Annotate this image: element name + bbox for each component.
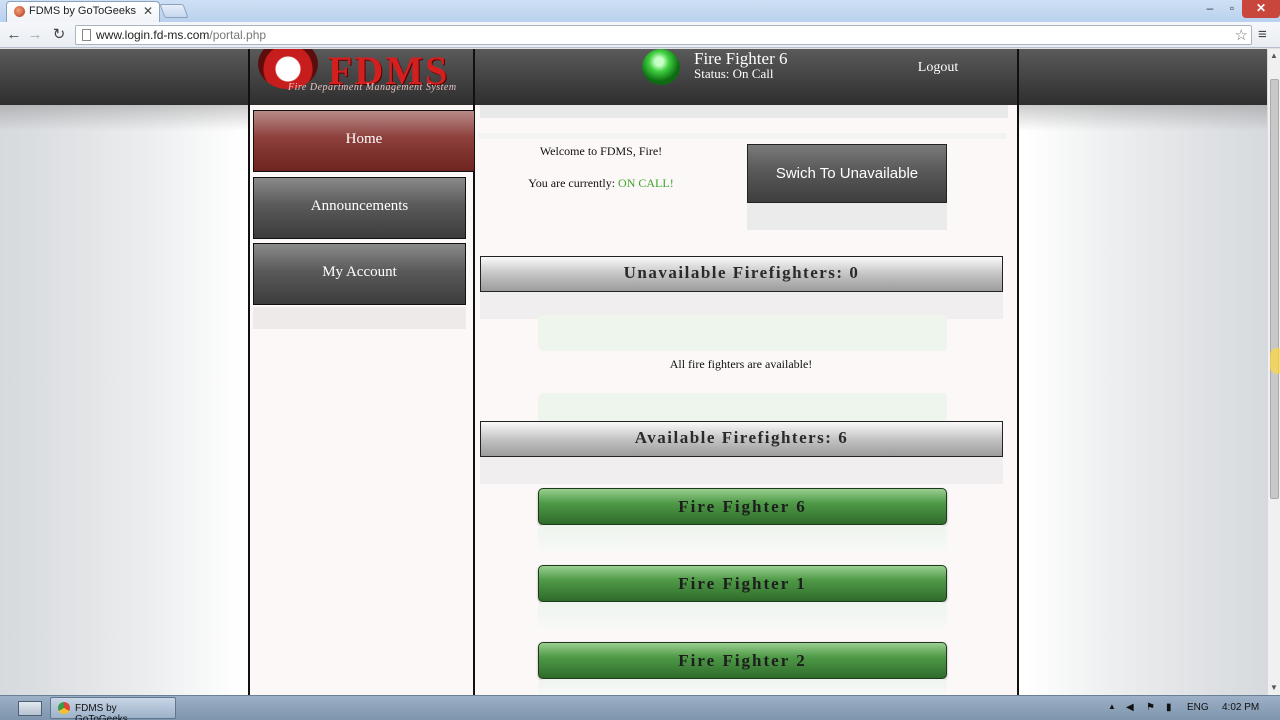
logout-link[interactable]: Logout bbox=[904, 60, 972, 76]
sidebar-item-home[interactable]: Home bbox=[253, 110, 475, 172]
current-status-value: ON CALL! bbox=[618, 176, 674, 190]
browser-tab[interactable]: FDMS by GoToGeeks ✕ bbox=[6, 1, 160, 22]
header-user-status: Status: On Call bbox=[694, 66, 774, 81]
sidebar-item-my-account[interactable]: My Account bbox=[253, 243, 466, 305]
available-firefighters-header: Available Firefighters: 6 bbox=[480, 421, 1003, 457]
logo-subtitle: Fire Department Management System bbox=[288, 82, 457, 93]
switch-to-unavailable-button[interactable]: Swich To Unavailable bbox=[747, 144, 947, 203]
welcome-message: Welcome to FDMS, Fire! bbox=[539, 144, 663, 158]
scroll-up-arrow-icon[interactable]: ▲ bbox=[1270, 51, 1278, 60]
page-viewport: FDMS Fire Department Management System F… bbox=[0, 49, 1267, 695]
firefighter-button[interactable]: Fire Fighter 2 bbox=[538, 642, 947, 679]
current-status-line: You are currently: ON CALL! bbox=[518, 176, 684, 191]
reload-icon[interactable]: ↻ bbox=[50, 26, 68, 44]
ghost-button-reflection bbox=[538, 315, 947, 351]
tray-expand-icon[interactable]: ▲ bbox=[1108, 702, 1116, 711]
fdms-favicon-icon bbox=[14, 6, 25, 17]
address-bar[interactable]: www.login.fd-ms.com/portal.php ☆ bbox=[75, 25, 1252, 45]
ghost-button-reflection bbox=[538, 393, 947, 423]
current-status-label: You are currently: bbox=[528, 176, 616, 190]
all-available-message: All fire fighters are available! bbox=[669, 357, 813, 371]
action-center-flag-icon[interactable]: ⚑ bbox=[1146, 702, 1155, 713]
close-window-button[interactable]: ✕ bbox=[1242, 0, 1280, 18]
firefighter-button-reflection bbox=[538, 602, 947, 628]
firefighter-button-reflection bbox=[538, 679, 947, 695]
mouse-cursor-highlight bbox=[1270, 348, 1280, 374]
network-icon[interactable]: ▮ bbox=[1166, 702, 1172, 713]
new-tab-button[interactable] bbox=[159, 4, 189, 18]
firefighter-button[interactable]: Fire Fighter 6 bbox=[538, 488, 947, 525]
volume-icon[interactable]: ◀ bbox=[1126, 702, 1134, 713]
forward-arrow-icon[interactable]: → bbox=[26, 26, 44, 44]
switch-button-reflection bbox=[747, 203, 947, 230]
tab-title: FDMS by GoToGeeks bbox=[29, 5, 136, 17]
scroll-down-arrow-icon[interactable]: ▼ bbox=[1270, 683, 1278, 692]
taskbar-clock[interactable]: 4:02 PM bbox=[1222, 702, 1259, 713]
sidebar-item-announcements[interactable]: Announcements bbox=[253, 177, 466, 239]
on-call-status-orb-icon bbox=[642, 49, 680, 85]
taskbar-window-item[interactable]: FDMS by GoToGeeks... bbox=[50, 697, 176, 720]
tab-close-icon[interactable]: ✕ bbox=[143, 4, 153, 18]
maximize-window-button[interactable]: ▫ bbox=[1222, 0, 1242, 18]
input-language-indicator[interactable]: ENG bbox=[1187, 702, 1209, 713]
available-header-reflection bbox=[480, 457, 1003, 484]
chrome-icon bbox=[58, 702, 70, 714]
firefighter-button-reflection bbox=[538, 525, 947, 551]
windows-taskbar: FDMS by GoToGeeks... ▲ ◀ ⚑ ▮ ENG 4:02 PM bbox=[0, 695, 1280, 720]
unavailable-firefighters-header: Unavailable Firefighters: 0 bbox=[480, 256, 1003, 292]
scrollbar-thumb[interactable] bbox=[1270, 79, 1279, 499]
browser-toolbar: ← → ↻ www.login.fd-ms.com/portal.php ☆ ≡ bbox=[0, 22, 1280, 48]
url-domain: www.login.fd-ms.com bbox=[96, 28, 210, 42]
taskbar-window-label: FDMS by GoToGeeks... bbox=[75, 703, 137, 720]
browser-menu-icon[interactable]: ≡ bbox=[1258, 26, 1267, 43]
browser-titlebar: FDMS by GoToGeeks ✕ – ▫ ✕ bbox=[0, 0, 1280, 22]
firefighter-button[interactable]: Fire Fighter 1 bbox=[538, 565, 947, 602]
sidebar-reflection bbox=[253, 307, 466, 329]
page-icon bbox=[82, 29, 91, 41]
back-arrow-icon[interactable]: ← bbox=[5, 26, 23, 44]
show-desktop-icon[interactable] bbox=[18, 701, 42, 716]
minimize-window-button[interactable]: – bbox=[1198, 0, 1222, 18]
bookmark-star-icon[interactable]: ☆ bbox=[1235, 26, 1248, 44]
url-path: /portal.php bbox=[209, 28, 267, 42]
fdms-logo[interactable]: FDMS Fire Department Management System bbox=[252, 49, 474, 105]
